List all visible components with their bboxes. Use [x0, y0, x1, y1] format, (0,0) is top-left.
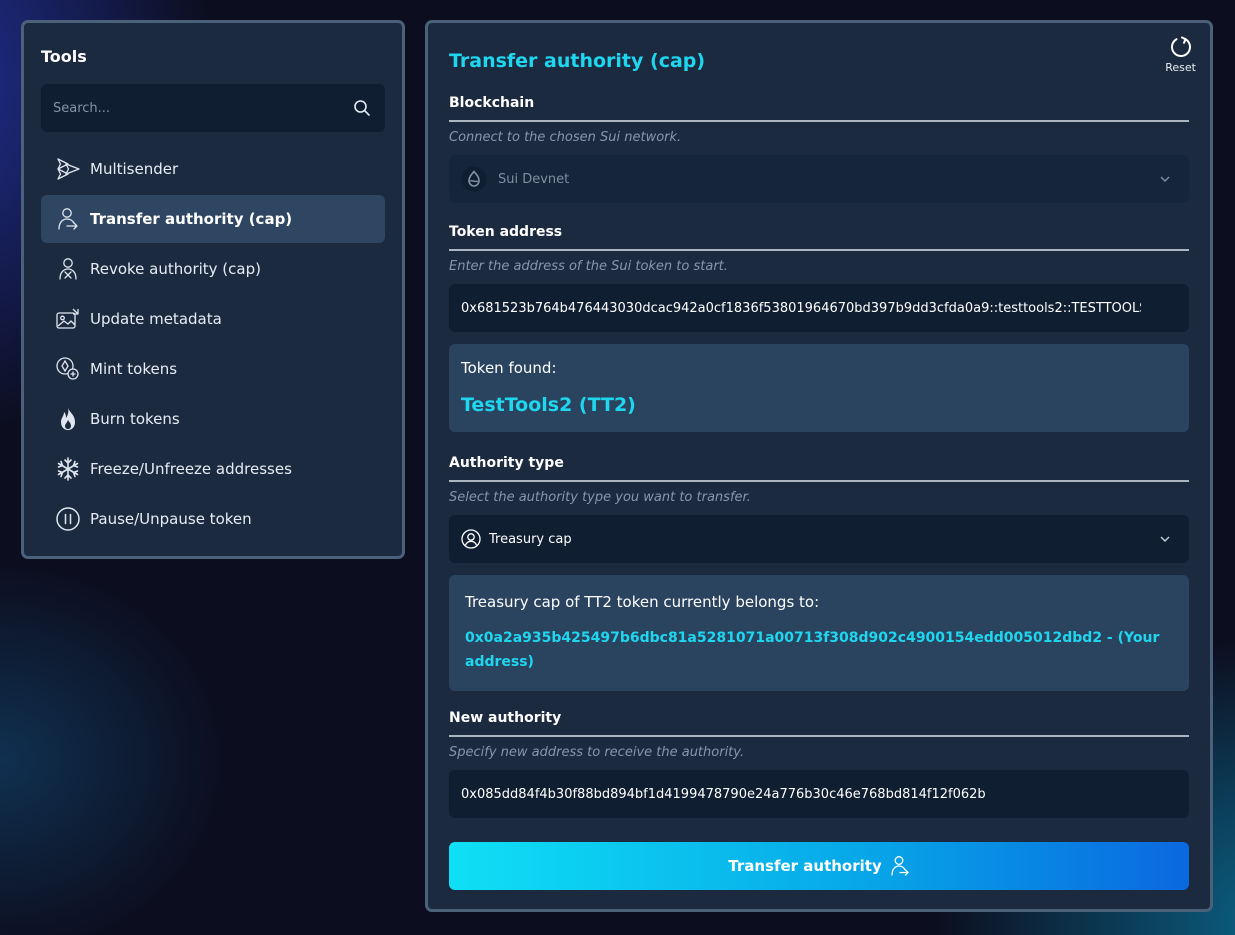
token-address-label: Token address	[449, 224, 563, 240]
user-revoke-icon	[55, 256, 81, 282]
send-icon	[55, 156, 81, 182]
image-edit-icon	[55, 306, 81, 332]
user-transfer-icon	[55, 206, 81, 232]
menu-item-label: Multisender	[90, 160, 179, 178]
chevron-down-icon	[1160, 536, 1170, 542]
divider	[449, 120, 1189, 122]
search-input[interactable]	[53, 100, 333, 116]
authority-type-select[interactable]: Treasury cap	[449, 515, 1189, 563]
chevron-down-icon	[1160, 176, 1170, 182]
authority-type-label: Authority type	[449, 455, 564, 471]
menu-item-revoke-authority[interactable]: Revoke authority (cap)	[41, 245, 385, 293]
ownership-info-box: Treasury cap of TT2 token currently belo…	[449, 575, 1189, 691]
menu-item-label: Mint tokens	[90, 360, 178, 378]
menu-item-freeze-addresses[interactable]: Freeze/Unfreeze addresses	[41, 445, 385, 493]
divider	[449, 735, 1189, 737]
transfer-authority-button[interactable]: Transfer authority	[449, 842, 1189, 890]
menu-item-update-metadata[interactable]: Update metadata	[41, 295, 385, 343]
transfer-authority-panel: Reset Transfer authority (cap) Blockchai…	[425, 20, 1213, 912]
menu-item-label: Transfer authority (cap)	[90, 210, 293, 228]
tools-menu: Multisender Transfer authority (cap) Rev…	[41, 145, 385, 543]
divider	[449, 249, 1189, 251]
flame-icon	[55, 406, 81, 432]
menu-item-label: Burn tokens	[90, 410, 180, 428]
new-authority-description: Specify new address to receive the autho…	[449, 745, 745, 760]
token-found-label: Token found:	[461, 359, 557, 377]
authority-type-description: Select the authority type you want to tr…	[449, 490, 751, 505]
new-authority-label: New authority	[449, 710, 562, 726]
pause-circle-icon	[55, 506, 81, 532]
menu-item-label: Freeze/Unfreeze addresses	[90, 460, 292, 478]
menu-item-multisender[interactable]: Multisender	[41, 145, 385, 193]
menu-item-label: Update metadata	[90, 310, 222, 328]
blockchain-value: Sui Devnet	[498, 171, 570, 187]
user-circle-icon	[461, 529, 481, 549]
menu-item-transfer-authority[interactable]: Transfer authority (cap)	[41, 195, 385, 243]
search-icon[interactable]	[353, 99, 371, 117]
menu-item-label: Pause/Unpause token	[90, 510, 252, 528]
reset-button[interactable]: Reset	[1165, 35, 1196, 74]
user-transfer-icon	[891, 856, 909, 876]
token-found-box: Token found: TestTools2 (TT2)	[449, 344, 1189, 432]
ownership-text: Treasury cap of TT2 token currently belo…	[465, 593, 820, 611]
snowflake-icon	[55, 456, 81, 482]
authority-type-value: Treasury cap	[489, 531, 572, 547]
page-title: Transfer authority (cap)	[449, 50, 706, 72]
new-authority-value: 0x085dd84f4b30f88bd894bf1d4199478790e24a…	[461, 786, 986, 802]
tools-sidebar: Tools Multisender	[21, 20, 405, 559]
token-address-input[interactable]: 0x681523b764b476443030dcac942a0cf1836f53…	[449, 284, 1189, 332]
sidebar-title: Tools	[41, 47, 87, 66]
token-name: TestTools2 (TT2)	[461, 394, 636, 416]
menu-item-label: Revoke authority (cap)	[90, 260, 261, 278]
owner-address: 0x0a2a935b425497b6dbc81a5281071a00713f30…	[465, 630, 1160, 670]
reset-icon	[1170, 36, 1191, 57]
blockchain-description: Connect to the chosen Sui network.	[449, 130, 682, 145]
menu-item-pause-token[interactable]: Pause/Unpause token	[41, 495, 385, 543]
transfer-authority-button-label: Transfer authority	[728, 857, 882, 875]
sui-logo-icon	[461, 166, 487, 192]
blockchain-select[interactable]: Sui Devnet	[449, 155, 1189, 203]
token-address-value: 0x681523b764b476443030dcac942a0cf1836f53…	[461, 300, 1141, 316]
search-box	[41, 84, 385, 132]
blockchain-label: Blockchain	[449, 95, 535, 111]
divider	[449, 480, 1189, 482]
menu-item-burn-tokens[interactable]: Burn tokens	[41, 395, 385, 443]
new-authority-input[interactable]: 0x085dd84f4b30f88bd894bf1d4199478790e24a…	[449, 770, 1189, 818]
coin-plus-icon	[55, 356, 81, 382]
reset-label: Reset	[1165, 61, 1196, 74]
menu-item-mint-tokens[interactable]: Mint tokens	[41, 345, 385, 393]
token-address-description: Enter the address of the Sui token to st…	[449, 259, 728, 274]
